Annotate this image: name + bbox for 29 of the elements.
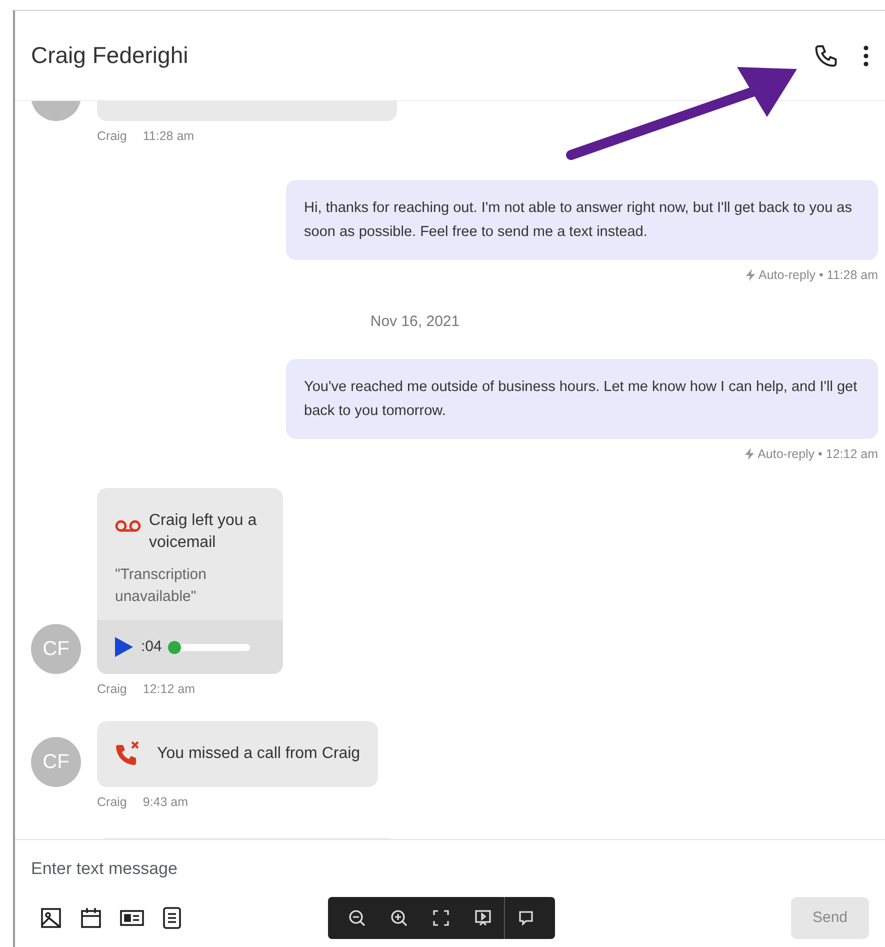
sender-name: Craig	[97, 128, 127, 145]
phone-icon[interactable]	[813, 42, 839, 68]
play-icon[interactable]	[115, 637, 133, 657]
sender-name: Craig	[97, 794, 127, 811]
message-time: 12:12 am	[142, 681, 195, 698]
audio-progress-slider[interactable]	[170, 644, 250, 650]
sender-name: Craig	[97, 681, 127, 698]
contact-name: Craig Federighi	[31, 41, 188, 70]
date-separator: Nov 16, 2021	[369, 312, 461, 332]
message-bubble: You've reached me outside of business hours. Let me know how I can help, and I'll get back to you tomorrow.	[286, 359, 878, 439]
voicemail-duration: :04	[141, 636, 162, 657]
image-icon[interactable]	[39, 906, 63, 930]
missed-call-icon	[115, 741, 141, 767]
more-options-icon[interactable]	[863, 44, 869, 66]
lightning-icon	[746, 269, 755, 282]
document-icon[interactable]	[161, 906, 183, 930]
auto-reply-status: Auto-reply • 11:28 am	[758, 266, 878, 284]
message-time: 9:43 am	[142, 794, 188, 811]
lightning-icon	[744, 448, 754, 460]
message-time: 11:28 am	[142, 128, 194, 145]
avatar: CF	[31, 624, 81, 674]
avatar: CF	[31, 737, 81, 787]
voicemail-icon	[115, 520, 141, 534]
auto-reply-status: Auto-reply • 12:12 am	[758, 446, 878, 463]
calendar-icon[interactable]	[79, 906, 103, 930]
voicemail-title: Craig left you a voicemail	[149, 510, 258, 553]
transcription-text: "Transcription unavailable"	[115, 564, 208, 607]
message-bubble: Hi, thanks for reaching out. I'm not able to answer right now, but I'll get back to you as soon as possible. Feel free to send me a text instead.	[286, 180, 878, 260]
missed-call-text: You missed a call from Craig	[157, 744, 360, 764]
